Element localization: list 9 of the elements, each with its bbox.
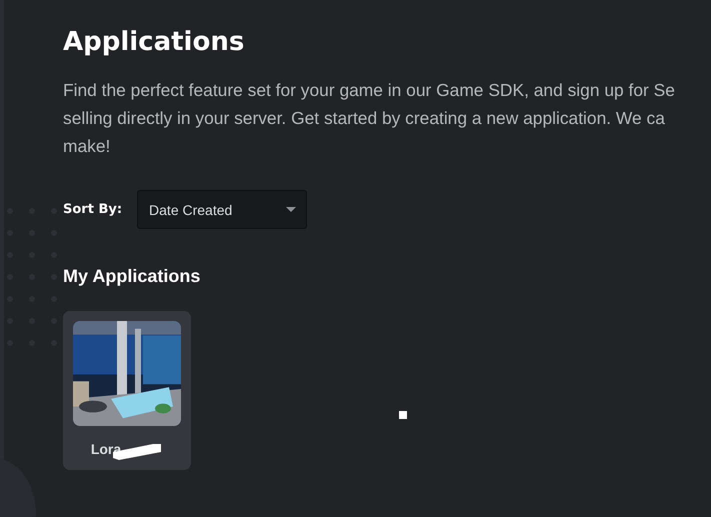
sort-dropdown[interactable]: Date Created xyxy=(137,190,308,229)
sort-label: Sort By: xyxy=(63,202,122,217)
caret-icon xyxy=(286,207,296,212)
description-text: make! xyxy=(63,135,110,158)
description-text: Find the perfect feature set for your game in our Game SDK, and sign up for Se xyxy=(63,79,675,102)
page-title: Applications xyxy=(63,26,246,59)
section-title: My Applications xyxy=(63,265,202,287)
description-text: selling directly in your server. Get started by creating a new application. We ca xyxy=(63,107,665,130)
cursor-mark xyxy=(399,411,407,419)
